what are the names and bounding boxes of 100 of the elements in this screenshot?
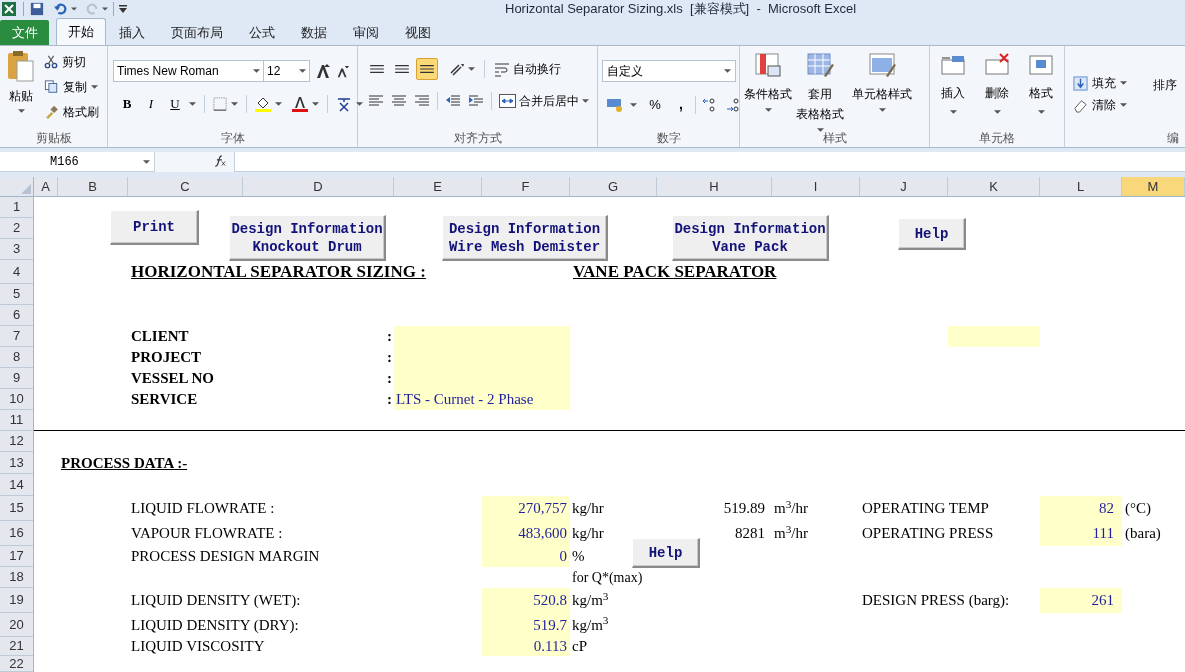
input-cell[interactable]: 520.8: [482, 588, 570, 613]
macro-button[interactable]: Help: [898, 218, 966, 250]
row-header[interactable]: 22: [0, 656, 33, 672]
ribbon-tab[interactable]: 开始: [56, 18, 106, 45]
styles-button-label[interactable]: 套用: [808, 84, 832, 104]
copy-icon[interactable]: [44, 79, 59, 94]
format-cells-icon[interactable]: [1028, 52, 1054, 76]
column-header[interactable]: B: [58, 177, 128, 196]
fill-down-icon[interactable]: [1073, 75, 1088, 91]
input-cell[interactable]: 111: [1040, 521, 1122, 546]
row-header[interactable]: 9: [0, 368, 33, 389]
cells-button[interactable]: 格式: [1029, 84, 1053, 102]
paste-button[interactable]: 粘贴: [9, 87, 33, 105]
ribbon-tab[interactable]: 视图: [392, 20, 444, 45]
style-button[interactable]: I: [141, 94, 161, 114]
orientation-icon[interactable]: [449, 61, 465, 77]
fill-color-icon[interactable]: [255, 96, 271, 112]
caret-icon[interactable]: [816, 128, 824, 132]
clear-button[interactable]: 清除: [1092, 96, 1116, 114]
row-header[interactable]: 10: [0, 389, 33, 410]
row-header[interactable]: 2: [0, 218, 33, 239]
input-cell[interactable]: 0.113: [482, 637, 570, 656]
row-header[interactable]: 21: [0, 637, 33, 656]
input-cell[interactable]: 483,600: [482, 521, 570, 546]
comma-button[interactable]: ,: [673, 94, 689, 115]
caret-icon[interactable]: [71, 7, 77, 11]
macro-button[interactable]: Print: [110, 210, 199, 245]
row-header[interactable]: 1: [0, 197, 33, 218]
excel-icon[interactable]: [1, 1, 17, 17]
row-header[interactable]: 3: [0, 239, 33, 260]
column-header[interactable]: H: [657, 177, 772, 196]
font-color-icon[interactable]: [292, 96, 308, 112]
caret-icon[interactable]: [582, 99, 589, 103]
input-cell[interactable]: 261: [1040, 588, 1122, 613]
conditional-format-icon[interactable]: [754, 52, 782, 78]
input-cell[interactable]: [948, 326, 1040, 347]
row-header[interactable]: 11: [0, 410, 33, 431]
caret-icon[interactable]: [1037, 110, 1045, 114]
input-cell[interactable]: 0: [482, 546, 570, 567]
column-header[interactable]: J: [860, 177, 948, 196]
caret-icon[interactable]: [468, 67, 475, 71]
increase-indent-icon[interactable]: [468, 93, 484, 109]
table-format-icon[interactable]: [806, 52, 834, 78]
ribbon-tab[interactable]: 页面布局: [158, 20, 236, 45]
caret-icon[interactable]: [231, 102, 238, 106]
sort-button[interactable]: 排序: [1153, 76, 1177, 94]
caret-icon[interactable]: [143, 159, 150, 164]
align-left-icon[interactable]: [368, 93, 384, 109]
caret-icon[interactable]: [275, 102, 282, 106]
input-cell[interactable]: [394, 326, 570, 347]
borders-icon[interactable]: [213, 97, 227, 111]
scissors-icon[interactable]: [44, 54, 58, 69]
row-header[interactable]: 8: [0, 347, 33, 368]
styles-button-label[interactable]: 单元格样式: [852, 84, 912, 104]
cells-button[interactable]: 删除: [985, 84, 1009, 102]
grow-font-icon[interactable]: [316, 63, 332, 79]
decrease-indent-icon[interactable]: [445, 93, 461, 109]
input-cell[interactable]: 519.7: [482, 613, 570, 637]
caret-icon[interactable]: [17, 109, 25, 113]
shrink-font-icon[interactable]: [336, 65, 350, 79]
column-header[interactable]: K: [948, 177, 1040, 196]
column-header[interactable]: C: [128, 177, 243, 196]
row-header[interactable]: 20: [0, 613, 33, 637]
ribbon-tab[interactable]: 数据: [288, 20, 340, 45]
cut-button[interactable]: 剪切: [62, 52, 86, 71]
caret-icon[interactable]: [764, 108, 772, 112]
fill-button[interactable]: 填充: [1092, 74, 1116, 92]
column-header[interactable]: A: [34, 177, 58, 196]
caret-icon[interactable]: [312, 102, 319, 106]
customize-icon[interactable]: [119, 5, 127, 13]
row-header[interactable]: 12: [0, 431, 33, 452]
row-header[interactable]: 5: [0, 284, 33, 305]
row-header[interactable]: 17: [0, 546, 33, 567]
caret-icon[interactable]: [1120, 103, 1127, 107]
style-button[interactable]: U: [165, 94, 185, 114]
eraser-icon[interactable]: [1073, 97, 1088, 113]
wrap-text-button[interactable]: 自动换行: [494, 60, 561, 78]
macro-button[interactable]: Design Information Vane Pack: [672, 215, 829, 261]
input-cell[interactable]: LTS - Curnet - 2 Phase: [394, 389, 570, 410]
caret-icon[interactable]: [356, 102, 363, 106]
style-button[interactable]: B: [117, 94, 137, 114]
row-header[interactable]: 19: [0, 588, 33, 613]
caret-icon[interactable]: [993, 110, 1001, 114]
vertical-align-button[interactable]: [416, 58, 438, 80]
caret-icon[interactable]: [949, 110, 957, 114]
font-size-field[interactable]: 12: [264, 60, 310, 82]
caret-icon[interactable]: [91, 84, 98, 89]
row-header[interactable]: 6: [0, 305, 33, 326]
percent-button[interactable]: %: [647, 94, 663, 115]
currency-icon[interactable]: [606, 96, 624, 113]
paste-icon[interactable]: [6, 50, 36, 84]
column-header[interactable]: D: [243, 177, 394, 196]
input-cell[interactable]: 82: [1040, 496, 1122, 521]
merge-center-button[interactable]: 合并后居中: [499, 92, 589, 110]
copy-button[interactable]: 复制: [63, 77, 87, 96]
column-header[interactable]: I: [772, 177, 860, 196]
column-header[interactable]: G: [570, 177, 657, 196]
ribbon-tab[interactable]: 公式: [236, 20, 288, 45]
font-name-field[interactable]: Times New Roman: [113, 60, 264, 82]
insert-function-icon[interactable]: [214, 155, 228, 168]
